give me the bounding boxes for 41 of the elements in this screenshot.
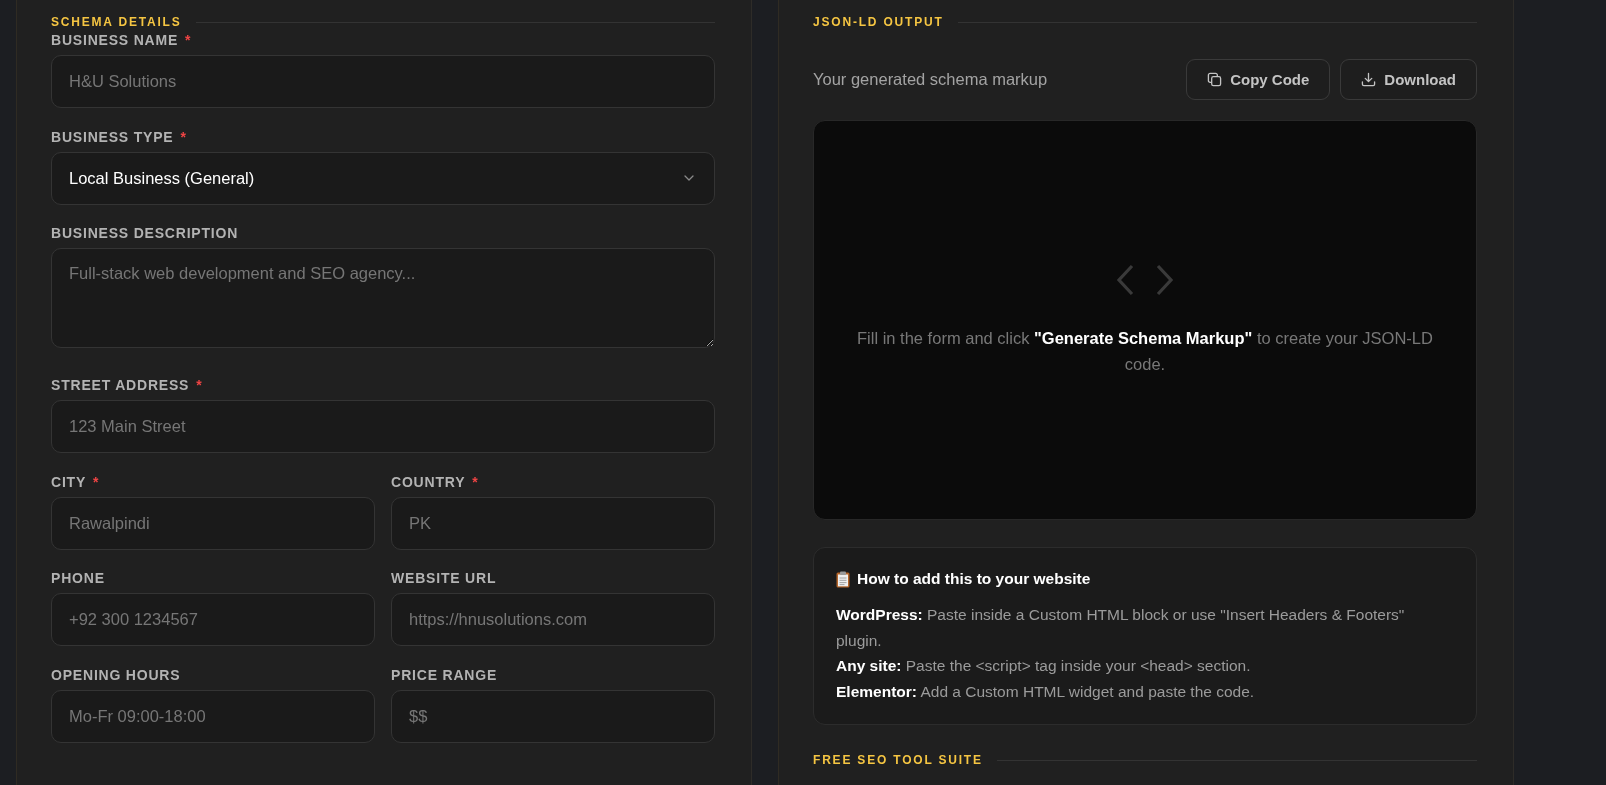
field-label: WEBSITE URL [391, 569, 497, 587]
code-icon [1117, 263, 1173, 296]
text-field[interactable]: 123 Main Street [51, 400, 715, 453]
section-title: SCHEMA DETAILS [51, 14, 182, 31]
section-title: FREE SEO TOOL SUITE [813, 752, 983, 769]
output-subtitle: Your generated schema markup [813, 70, 1048, 89]
field-label: COUNTRY [391, 472, 466, 491]
field-label: CITY [51, 472, 87, 491]
field-label: BUSINESS NAME [51, 31, 179, 49]
field-label: OPENING HOURS [51, 665, 181, 684]
text-field[interactable]: PK [391, 496, 715, 550]
text-field[interactable]: H&U Solutions [51, 55, 715, 108]
clipboard-icon [836, 570, 850, 588]
text-field[interactable]: https://hnusolutions.com [391, 593, 715, 646]
field-label: BUSINESS TYPE [51, 127, 174, 146]
required-mark: * [196, 376, 202, 394]
copy-icon [1207, 72, 1223, 87]
field-label: BUSINESS DESCRIPTION [51, 224, 239, 242]
download-button[interactable]: Download [1340, 59, 1477, 100]
instruction-text: WordPress: Paste inside a Custom HTML block or use "Insert Headers & Footers" plugin. [836, 605, 1406, 651]
copy-code-button[interactable]: Copy Code [1186, 59, 1331, 100]
required-mark: * [185, 31, 191, 49]
select-field[interactable]: Local Business (General) [51, 151, 715, 205]
field-label: PRICE RANGE [391, 665, 498, 684]
textarea-field[interactable]: Full-stack web development and SEO agency... [51, 248, 715, 348]
text-field[interactable]: Mo-Fr 09:00-18:00 [51, 689, 375, 743]
instruction-text: Any site: Paste the <script> tag inside your <head> section. [836, 656, 1252, 676]
empty-state-message: Fill in the form and click "Generate Schema Markup" to create your JSON-LD code. [856, 327, 1434, 375]
download-icon [1361, 72, 1377, 87]
field-label: PHONE [51, 569, 105, 587]
text-field[interactable]: Rawalpindi [51, 496, 375, 550]
field-label: STREET ADDRESS [51, 376, 190, 394]
required-mark: * [472, 472, 478, 491]
instructions-title: How to add this to your website [857, 570, 1091, 588]
required-mark: * [93, 472, 99, 491]
text-field[interactable]: +92 300 1234567 [51, 593, 375, 646]
section-title: JSON-LD OUTPUT [813, 14, 944, 31]
required-mark: * [180, 127, 186, 146]
chevron-down-icon [684, 175, 694, 181]
text-field[interactable]: $$ [391, 689, 715, 743]
instruction-text: Elementor: Add a Custom HTML widget and paste the code. [836, 681, 1256, 702]
